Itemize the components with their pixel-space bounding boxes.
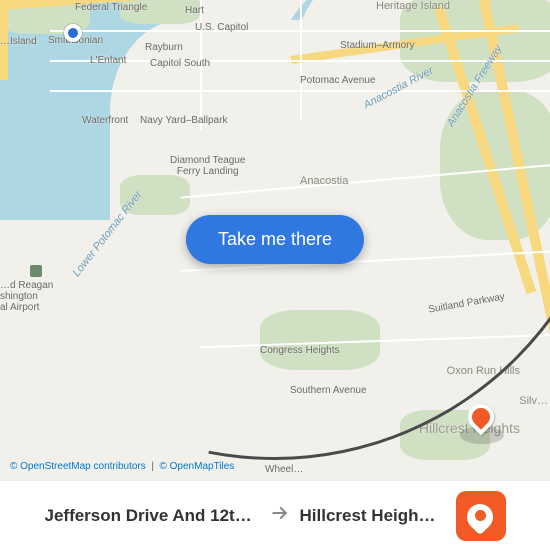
moovit-logo-icon[interactable] [456, 491, 506, 541]
label-silv: Silv… [519, 395, 548, 407]
label-wheel: Wheel… [265, 464, 303, 475]
route-map[interactable]: Federal Triangle Hart U.S. Capitol Smith… [0, 0, 550, 480]
route-from-label: Jefferson Drive And 12th Street … [45, 506, 260, 526]
map-attribution: © OpenStreetMap contributors | © OpenMap… [6, 459, 238, 474]
osm-link[interactable]: © OpenStreetMap contributors [10, 461, 146, 472]
take-me-there-button[interactable]: Take me there [186, 215, 364, 264]
arrow-right-icon [270, 503, 290, 528]
openmaptiles-link[interactable]: © OpenMapTiles [160, 461, 235, 472]
origin-marker-icon[interactable] [64, 24, 82, 42]
route-to-label: Hillcrest Height… [300, 506, 440, 526]
route-summary-bar: Jefferson Drive And 12th Street … Hillcr… [0, 480, 550, 550]
